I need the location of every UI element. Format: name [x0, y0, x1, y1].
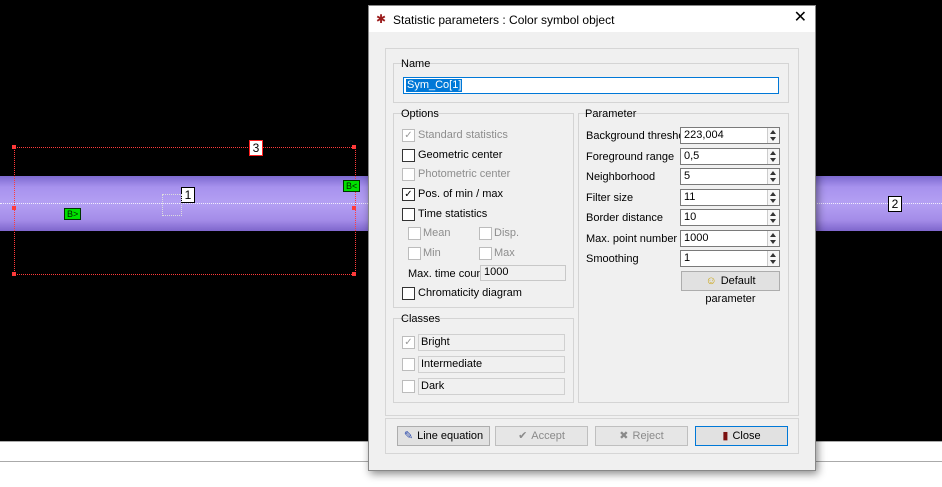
min-checkbox[interactable] — [408, 247, 421, 260]
standard-statistics-checkbox[interactable]: ✓ — [402, 129, 415, 142]
dark-checkbox[interactable] — [402, 380, 415, 393]
border-distance-value: 10 — [684, 211, 697, 223]
max-point-number-value: 1000 — [684, 232, 709, 244]
accept-label: Accept — [531, 430, 565, 442]
marker-2[interactable]: 2 — [888, 196, 902, 212]
filter-size-label: Filter size — [586, 192, 634, 204]
dialog-titlebar[interactable]: ✱ Statistic parameters : Color symbol ob… — [369, 6, 815, 32]
geometric-center-checkbox[interactable] — [402, 149, 415, 162]
resize-handle-mr[interactable] — [352, 206, 356, 210]
max-time-count-field[interactable]: 1000 — [480, 265, 566, 281]
spinner-arrows-icon[interactable] — [767, 231, 779, 246]
resize-handle-tl[interactable] — [12, 145, 16, 149]
symbol-tag-a[interactable]: B> — [64, 208, 82, 220]
mean-checkbox[interactable] — [408, 227, 421, 240]
spinner-arrows-icon[interactable] — [767, 210, 779, 225]
accept-button[interactable]: ✔ Accept — [495, 426, 588, 446]
line-equation-button[interactable]: ✎ Line equation — [397, 426, 490, 446]
foreground-range-spinner[interactable]: 0,5 — [680, 148, 780, 165]
default-parameter-button[interactable]: ☺ Default parameter — [681, 271, 780, 305]
neighborhood-label: Neighborhood — [586, 171, 656, 183]
spinner-arrows-icon[interactable] — [767, 128, 779, 143]
filter-size-value: 11 — [684, 191, 696, 203]
max-time-count-label: Max. time count — [408, 268, 486, 280]
name-group-label: Name — [401, 58, 431, 70]
min-label: Min — [423, 247, 441, 259]
time-statistics-checkbox[interactable] — [402, 208, 415, 221]
bright-row[interactable]: Bright — [418, 334, 565, 351]
parameter-group-label: Parameter — [585, 108, 637, 120]
x-icon: ✖ — [619, 430, 629, 442]
intermediate-row[interactable]: Intermediate — [418, 356, 565, 373]
door-icon: ▮ — [722, 430, 729, 442]
bright-label: Bright — [421, 336, 450, 348]
resize-handle-tr[interactable] — [352, 145, 356, 149]
resize-handle-bl[interactable] — [12, 272, 16, 276]
chromaticity-diagram-label: Chromaticity diagram — [418, 287, 522, 299]
photometric-center-label: Photometric center — [418, 168, 511, 180]
line-equation-icon: ✎ — [403, 430, 414, 442]
border-distance-spinner[interactable]: 10 — [680, 209, 780, 226]
marker-1[interactable]: 1 — [181, 187, 195, 203]
intermediate-label: Intermediate — [421, 358, 483, 370]
neighborhood-spinner[interactable]: 5 — [680, 168, 780, 185]
disp-label: Disp. — [494, 227, 520, 239]
app-icon: ✱ — [376, 12, 387, 26]
line-equation-label: Line equation — [417, 430, 484, 442]
close-icon[interactable]: ✕ — [794, 9, 807, 27]
dialog-title: Statistic parameters : Color symbol obje… — [393, 13, 615, 27]
max-checkbox[interactable] — [479, 247, 492, 260]
foreground-range-label: Foreground range — [586, 151, 675, 163]
statistic-parameters-dialog: ✱ Statistic parameters : Color symbol ob… — [368, 5, 816, 471]
border-distance-label: Border distance — [586, 212, 664, 224]
smoothing-spinner[interactable]: 1 — [680, 250, 780, 267]
pos-min-max-checkbox[interactable]: ✓ — [402, 188, 415, 201]
spinner-arrows-icon[interactable] — [767, 251, 779, 266]
background-threshold-label: Background threshold — [586, 130, 694, 142]
pos-min-max-label: Pos. of min / max — [418, 188, 503, 200]
smoothing-value: 1 — [684, 252, 691, 264]
resize-handle-br[interactable] — [352, 272, 356, 276]
reject-button[interactable]: ✖ Reject — [595, 426, 688, 446]
foreground-range-value: 0,5 — [684, 150, 700, 162]
disp-checkbox[interactable] — [479, 227, 492, 240]
max-label: Max — [494, 247, 515, 259]
options-group-label: Options — [401, 108, 439, 120]
filter-size-spinner[interactable]: 11 — [680, 189, 780, 206]
smoothing-label: Smoothing — [586, 253, 639, 265]
background-threshold-spinner[interactable]: 223,004 — [680, 127, 780, 144]
chromaticity-diagram-checkbox[interactable] — [402, 287, 415, 300]
spinner-arrows-icon[interactable] — [767, 149, 779, 164]
name-input-value: Sym_Co[1] — [406, 79, 463, 92]
dark-row[interactable]: Dark — [418, 378, 565, 395]
resize-handle-ml[interactable] — [12, 206, 16, 210]
photometric-center-checkbox[interactable] — [402, 168, 415, 181]
intermediate-checkbox[interactable] — [402, 358, 415, 371]
geometric-center-label: Geometric center — [418, 149, 503, 161]
background-threshold-value: 223,004 — [684, 129, 724, 141]
classes-group-label: Classes — [401, 313, 441, 325]
small-marker-rect — [162, 194, 182, 216]
standard-statistics-label: Standard statistics — [418, 129, 508, 141]
dark-label: Dark — [421, 380, 445, 392]
close-label: Close — [732, 430, 761, 442]
symbol-tag-b[interactable]: B< — [343, 180, 361, 192]
max-point-number-label: Max. point number — [586, 233, 678, 245]
close-button[interactable]: ▮ Close — [695, 426, 788, 446]
time-statistics-label: Time statistics — [418, 208, 488, 220]
name-input[interactable]: Sym_Co[1] — [403, 77, 779, 94]
reject-label: Reject — [632, 430, 664, 442]
neighborhood-value: 5 — [684, 170, 691, 182]
mean-label: Mean — [423, 227, 451, 239]
max-point-number-spinner[interactable]: 1000 — [680, 230, 780, 247]
spinner-arrows-icon[interactable] — [767, 169, 779, 184]
bright-checkbox[interactable]: ✓ — [402, 336, 415, 349]
smiley-icon: ☺ — [705, 275, 717, 287]
marker-3[interactable]: 3 — [249, 140, 263, 156]
checkmark-icon: ✔ — [518, 430, 528, 442]
spinner-arrows-icon[interactable] — [767, 190, 779, 205]
